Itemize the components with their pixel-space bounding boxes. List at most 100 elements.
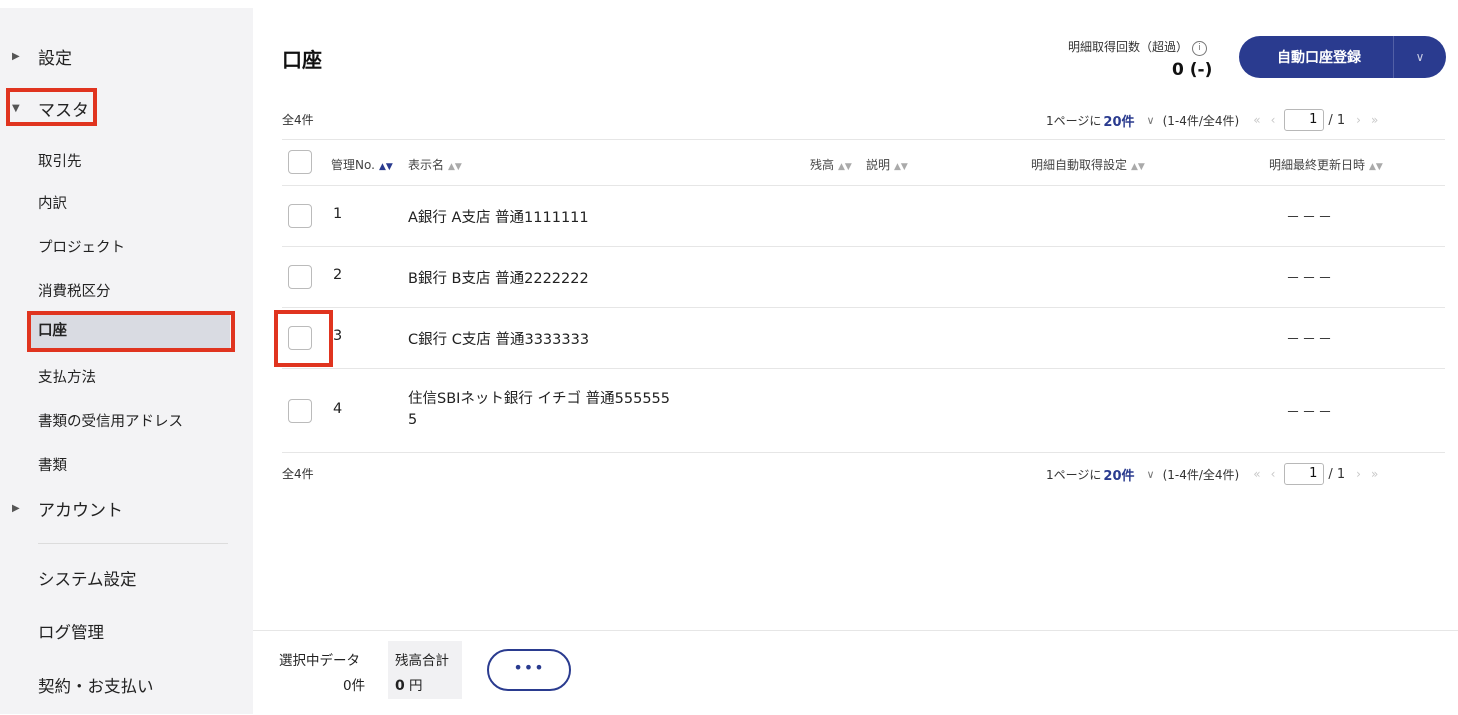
total-pages: / 1 [1328, 112, 1346, 128]
sort-icon[interactable]: ▲▼ [838, 162, 852, 172]
row-no: 1 [333, 206, 343, 222]
balance-total-value: 0 [395, 678, 405, 694]
quota-label-wrap: 明細取得回数（超過） i [1068, 38, 1208, 56]
row-last-updated: －－－ [1286, 332, 1334, 348]
per-page-select[interactable]: 20件 [1103, 465, 1134, 484]
column-header-no[interactable]: 管理No. ▲▼ [331, 156, 393, 173]
sort-icon[interactable]: ▲▼ [1369, 162, 1383, 172]
prev-page-icon[interactable]: ‹ [1271, 113, 1276, 127]
page-range: (1-4件/全4件) [1162, 113, 1240, 128]
table-bottom-border [282, 452, 1445, 453]
row-name[interactable]: A銀行 A支店 普通1111111 [408, 206, 589, 227]
pagination-top: 1ページに 20件 ∨ (1-4件/全4件) « ‹ 1 / 1 › » [1046, 109, 1383, 131]
sidebar-item-contract-billing[interactable]: 契約・お支払い [38, 673, 154, 697]
sort-icon[interactable]: ▲▼ [894, 162, 908, 172]
balance-total-value-wrap: 0 円 [395, 674, 423, 694]
row-divider [282, 307, 1445, 308]
row-checkbox[interactable] [288, 399, 312, 423]
page-number-input[interactable]: 1 [1284, 463, 1325, 485]
row-name[interactable]: 住信SBIネット銀行 イチゴ 普通555555 [408, 387, 670, 408]
row-no: 3 [333, 328, 343, 344]
column-header-label: 管理No. [331, 158, 375, 172]
auto-account-register-button-group: 自動口座登録 ∨ [1239, 36, 1446, 78]
column-header-label: 表示名 [408, 158, 445, 172]
per-page-prefix: 1ページに [1046, 467, 1102, 482]
sidebar-item-partners[interactable]: 取引先 [38, 150, 82, 171]
sidebar-item-accounts[interactable]: 口座 [30, 314, 230, 348]
sidebar-item-payment-methods[interactable]: 支払方法 [38, 366, 96, 387]
selected-data-label: 選択中データ [279, 653, 360, 669]
total-count: 全4件 [282, 113, 314, 127]
quota-value: 0 (-) [1172, 60, 1213, 80]
caret-down-icon: ▼ [12, 103, 20, 114]
column-header-label: 説明 [866, 158, 891, 172]
sidebar-item-tax-category[interactable]: 消費税区分 [38, 280, 111, 301]
chevron-down-icon[interactable]: ∨ [1147, 114, 1155, 127]
pagination-bottom: 1ページに 20件 ∨ (1-4件/全4件) « ‹ 1 / 1 › » [1046, 463, 1383, 485]
page-number-input[interactable]: 1 [1284, 109, 1325, 131]
chevron-down-icon[interactable]: ∨ [1394, 50, 1446, 64]
balance-total-label: 残高合計 [395, 653, 449, 669]
per-page-prefix: 1ページに [1046, 113, 1102, 128]
select-all-checkbox[interactable] [288, 150, 312, 174]
chevron-down-icon[interactable]: ∨ [1147, 468, 1155, 481]
table-top-border [282, 139, 1445, 140]
first-page-icon[interactable]: « [1253, 113, 1260, 127]
column-header-last-updated[interactable]: 明細最終更新日時 ▲▼ [1269, 156, 1383, 173]
last-page-icon[interactable]: » [1371, 467, 1378, 481]
row-no: 4 [333, 401, 343, 417]
per-page-select[interactable]: 20件 [1103, 111, 1134, 130]
row-checkbox[interactable] [288, 204, 312, 228]
row-name-continued[interactable]: 5 [408, 412, 417, 428]
sidebar-item-documents[interactable]: 書類 [38, 454, 67, 475]
sidebar-group-settings[interactable]: ▶ 設定 [0, 44, 72, 69]
sidebar-item-system-settings[interactable]: システム設定 [38, 566, 137, 590]
row-checkbox[interactable] [288, 265, 312, 289]
total-pages: / 1 [1328, 466, 1346, 482]
column-header-name[interactable]: 表示名 ▲▼ [408, 156, 462, 173]
next-page-icon[interactable]: › [1356, 113, 1361, 127]
last-page-icon[interactable]: » [1371, 113, 1378, 127]
sidebar-group-master[interactable]: ▼ マスタ [0, 96, 89, 121]
row-last-updated: －－－ [1286, 210, 1334, 226]
row-name[interactable]: C銀行 C支店 普通3333333 [408, 328, 589, 349]
quota-label: 明細取得回数（超過） [1068, 40, 1189, 54]
sort-icon[interactable]: ▲▼ [379, 162, 393, 172]
column-header-label: 明細自動取得設定 [1031, 158, 1128, 172]
sidebar-group-label: アカウント [38, 501, 123, 521]
column-header-description[interactable]: 説明 ▲▼ [866, 156, 908, 173]
sidebar-item-breakdown[interactable]: 内訳 [38, 192, 67, 213]
prev-page-icon[interactable]: ‹ [1271, 467, 1276, 481]
sidebar-item-receiving-address[interactable]: 書類の受信用アドレス [38, 410, 183, 431]
sort-icon[interactable]: ▲▼ [1131, 162, 1145, 172]
row-checkbox[interactable] [288, 326, 312, 350]
row-divider [282, 368, 1445, 369]
auto-account-register-button[interactable]: 自動口座登録 [1239, 47, 1393, 67]
column-header-label: 明細最終更新日時 [1269, 158, 1366, 172]
sidebar-item-log-management[interactable]: ログ管理 [38, 619, 104, 643]
sidebar-item-projects[interactable]: プロジェクト [38, 236, 125, 257]
selected-data-count: 0件 [343, 678, 366, 694]
column-header-label: 残高 [810, 158, 835, 172]
column-header-auto-fetch[interactable]: 明細自動取得設定 ▲▼ [1031, 156, 1145, 173]
caret-right-icon: ▶ [12, 503, 20, 514]
table-header-border [282, 185, 1445, 186]
more-actions-button[interactable]: ••• [487, 649, 571, 691]
column-header-balance[interactable]: 残高 ▲▼ [810, 156, 852, 173]
sidebar-group-account[interactable]: ▶ アカウント [0, 496, 123, 521]
sidebar-divider [38, 543, 228, 544]
row-last-updated: －－－ [1286, 271, 1334, 287]
row-name[interactable]: B銀行 B支店 普通2222222 [408, 267, 589, 288]
total-count: 全4件 [282, 467, 314, 481]
sidebar-group-label: マスタ [38, 101, 89, 121]
caret-right-icon: ▶ [12, 51, 20, 62]
sort-icon[interactable]: ▲▼ [448, 162, 462, 172]
sidebar-group-label: 設定 [38, 49, 72, 69]
row-last-updated: －－－ [1286, 405, 1334, 421]
info-icon[interactable]: i [1192, 41, 1208, 56]
row-no: 2 [333, 267, 343, 283]
page-range: (1-4件/全4件) [1162, 467, 1240, 482]
first-page-icon[interactable]: « [1253, 467, 1260, 481]
row-divider [282, 246, 1445, 247]
next-page-icon[interactable]: › [1356, 467, 1361, 481]
